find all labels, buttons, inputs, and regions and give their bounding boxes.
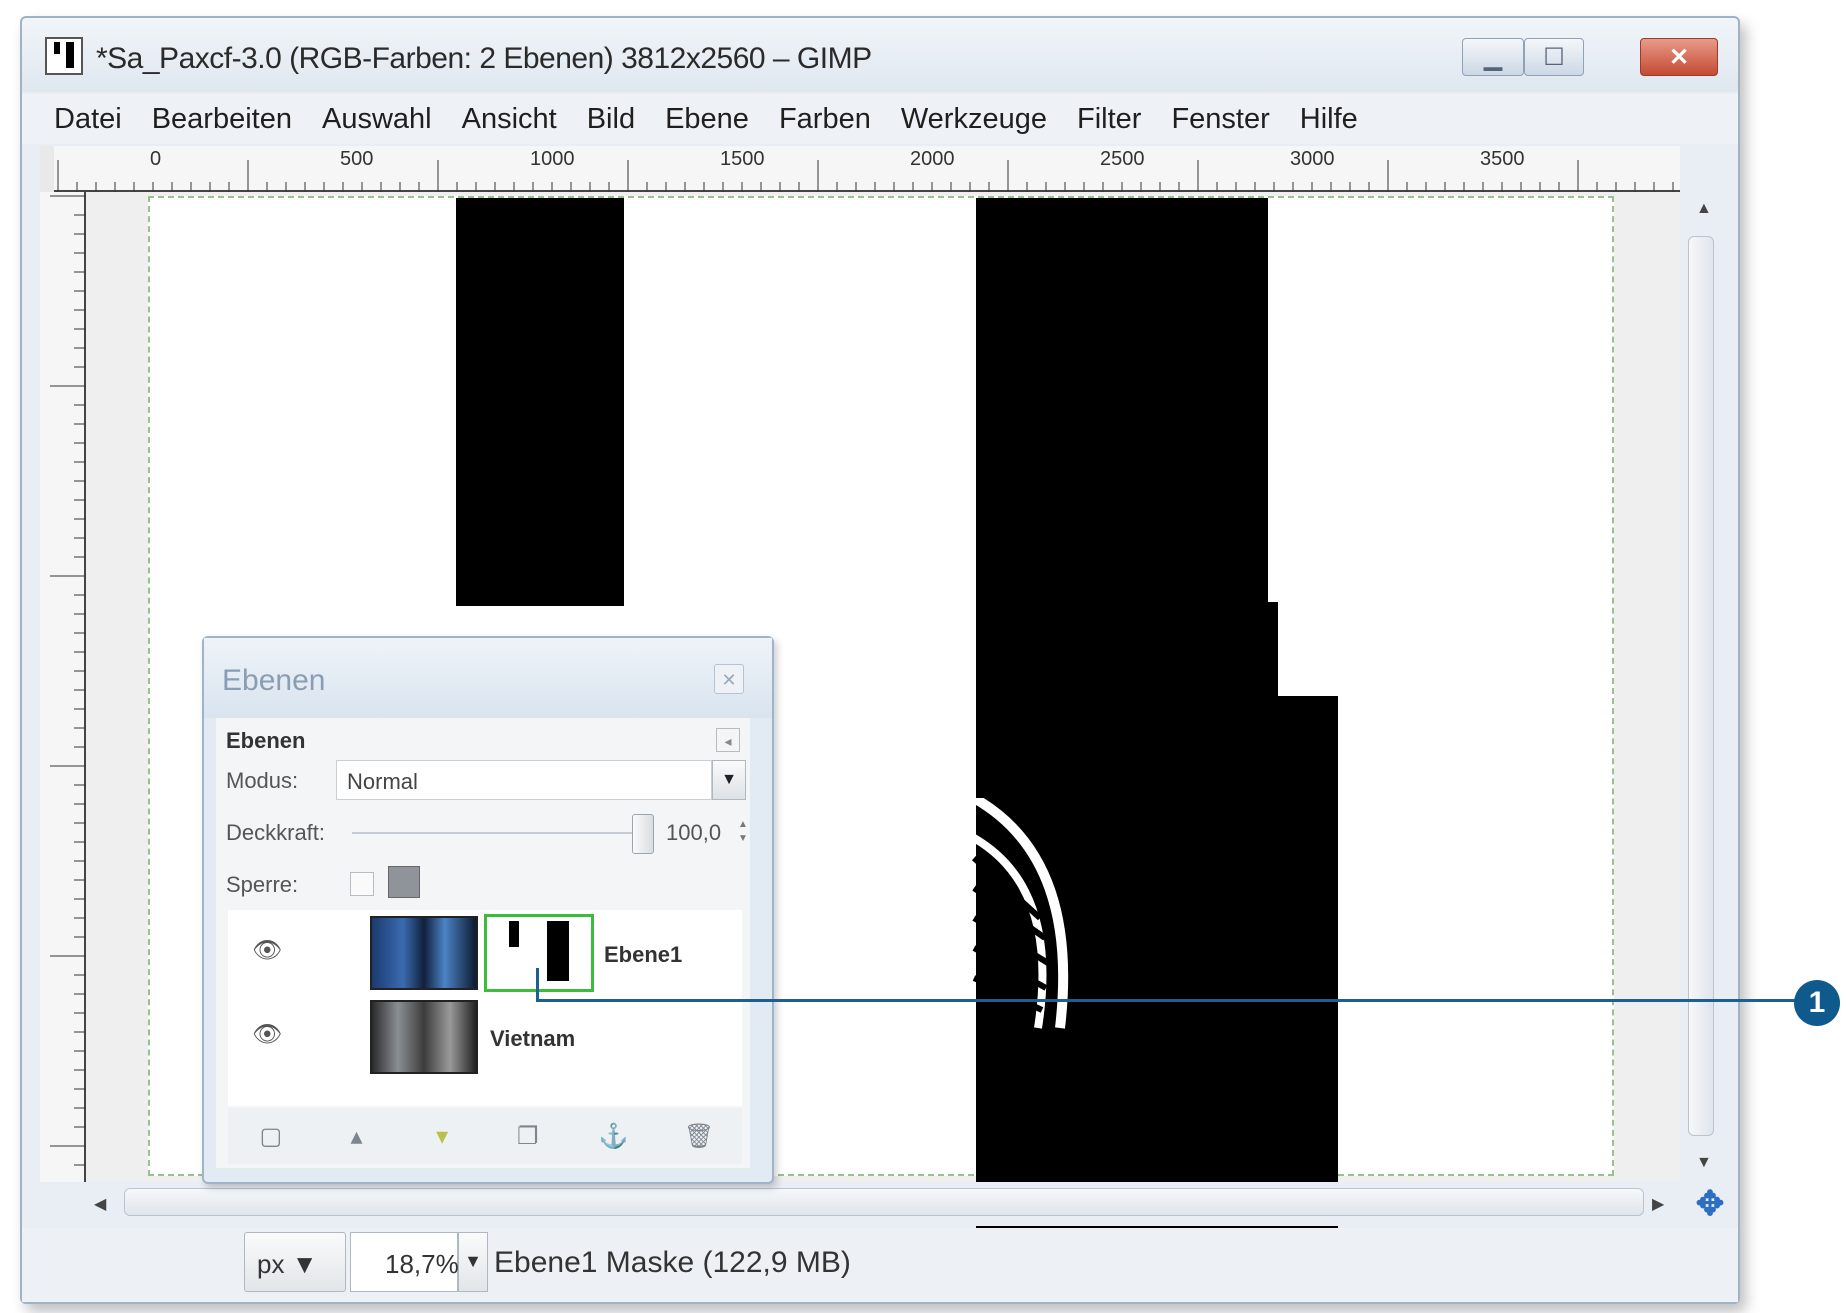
layer-mask-thumbnail[interactable] [484, 914, 594, 992]
tab-menu-button[interactable]: ◂ [716, 728, 740, 752]
anchor-layer-icon[interactable]: ⚓ [597, 1122, 629, 1151]
opacity-slider-track[interactable] [352, 832, 642, 834]
tab-ebenen[interactable]: Ebenen [226, 728, 305, 754]
menu-ebene[interactable]: Ebene [665, 103, 749, 136]
maximize-button[interactable]: ☐ [1524, 38, 1584, 76]
chevron-down-icon: ▼ [721, 771, 737, 788]
layers-dialog-title: Ebenen [222, 664, 326, 697]
menu-filter[interactable]: Filter [1077, 103, 1141, 136]
menu-bar: Datei Bearbeiten Auswahl Ansicht Bild Eb… [22, 94, 1738, 144]
delete-layer-icon[interactable]: 🗑 [683, 1122, 715, 1151]
close-icon: ✕ [721, 670, 737, 690]
chevron-down-icon: ▼ [291, 1249, 318, 1279]
layers-toolbar: ▢ ▴ ▾ ❐ ⚓ 🗑 [228, 1108, 742, 1164]
opacity-spin-arrows-icon[interactable]: ▲ ▼ [738, 818, 748, 848]
mode-label: Modus: [226, 768, 299, 793]
minimize-button[interactable]: ▁ [1462, 38, 1524, 76]
tab-menu-icon: ◂ [724, 733, 732, 749]
menu-farben[interactable]: Farben [779, 103, 871, 136]
mask-region [456, 198, 624, 606]
status-message: Ebene1 Maske (122,9 MB) [494, 1246, 851, 1279]
horizontal-ruler-ticks [57, 160, 1674, 192]
dialog-close-button[interactable]: ✕ [714, 664, 744, 694]
mode-dropdown-button[interactable]: ▼ [712, 760, 746, 800]
chevron-down-icon: ▼ [464, 1251, 482, 1271]
scroll-down-arrow-icon[interactable]: ▼ [1696, 1154, 1712, 1172]
gimp-app-icon [44, 36, 84, 76]
unit-value: px [257, 1249, 285, 1279]
mask-region [458, 598, 624, 602]
eye-icon[interactable]: 👁 [252, 936, 282, 965]
mode-select[interactable]: Normal [336, 760, 712, 800]
menu-hilfe[interactable]: Hilfe [1300, 103, 1358, 136]
layer-name[interactable]: Ebene1 [604, 942, 682, 968]
layer-thumbnail [370, 916, 478, 990]
minimize-icon: ▁ [1483, 43, 1503, 71]
layer-name[interactable]: Vietnam [490, 1026, 575, 1052]
zoom-input[interactable]: 18,7% [350, 1232, 459, 1292]
menu-bild[interactable]: Bild [587, 103, 635, 136]
menu-datei[interactable]: Datei [54, 103, 122, 136]
callout-badge: 1 [1794, 980, 1840, 1026]
unit-select[interactable]: px ▼ [244, 1232, 346, 1292]
raise-layer-icon[interactable]: ▴ [340, 1122, 372, 1151]
layer-thumbnail [370, 1000, 478, 1074]
menu-fenster[interactable]: Fenster [1171, 103, 1269, 136]
callout-line [536, 968, 539, 1002]
vertical-ruler-ticks [50, 195, 86, 1166]
opacity-value[interactable]: 100,0 [666, 820, 721, 846]
quick-mask-toggle[interactable] [40, 146, 54, 192]
opacity-slider-handle[interactable] [632, 814, 654, 854]
scroll-left-arrow-icon[interactable]: ◀ [94, 1194, 106, 1214]
new-layer-icon[interactable]: ▢ [255, 1122, 287, 1151]
window-title: *Sa_Paxcf-3.0 (RGB-Farben: 2 Ebenen) 381… [96, 42, 872, 75]
layer-row-vietnam[interactable] [228, 996, 742, 1080]
eye-icon[interactable]: 👁 [252, 1020, 282, 1049]
lock-alpha-icon[interactable] [388, 866, 420, 898]
menu-bearbeiten[interactable]: Bearbeiten [152, 103, 292, 136]
menu-auswahl[interactable]: Auswahl [322, 103, 432, 136]
zoom-dropdown-button[interactable]: ▼ [458, 1232, 488, 1292]
close-icon: ✕ [1668, 43, 1690, 71]
callout-line [536, 999, 1812, 1002]
lock-label: Sperre: [226, 872, 299, 897]
mask-wheel-detail [971, 798, 1069, 1029]
navigate-icon[interactable]: ✥ [1692, 1186, 1728, 1222]
menu-werkzeuge[interactable]: Werkzeuge [901, 103, 1047, 136]
duplicate-layer-icon[interactable]: ❐ [512, 1122, 544, 1151]
close-button[interactable]: ✕ [1640, 38, 1718, 76]
maximize-icon: ☐ [1543, 43, 1565, 71]
scroll-up-arrow-icon[interactable]: ▲ [1696, 200, 1712, 218]
opacity-label: Deckkraft: [226, 820, 326, 845]
scroll-right-arrow-icon[interactable]: ▶ [1652, 1194, 1664, 1214]
lock-pixels-checkbox[interactable] [350, 872, 374, 896]
mask-region [976, 198, 1268, 610]
lower-layer-icon[interactable]: ▾ [426, 1122, 458, 1151]
horizontal-scroll-thumb[interactable] [124, 1188, 1644, 1216]
menu-ansicht[interactable]: Ansicht [462, 103, 557, 136]
